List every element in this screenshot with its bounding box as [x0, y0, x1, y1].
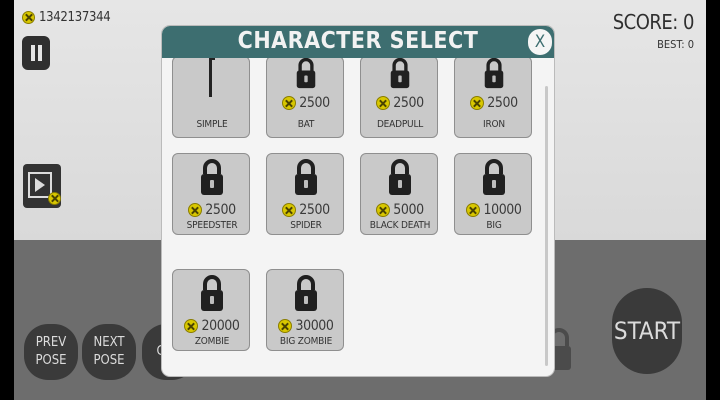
coin-icon: [22, 11, 35, 24]
character-price: 2500: [299, 95, 330, 111]
coin-icon: [278, 319, 293, 333]
character-name: BIG: [486, 220, 502, 231]
lock-icon: [295, 159, 317, 195]
next-pose-button[interactable]: NEXT POSE: [82, 324, 136, 380]
character-card[interactable]: 2500 DEADPULL: [360, 56, 438, 138]
scrollbar[interactable]: [545, 86, 548, 366]
character-card[interactable]: 2500 SPIDER: [266, 153, 344, 235]
character-card[interactable]: SIMPLE: [172, 56, 250, 138]
price-tag: 2500: [267, 95, 345, 111]
prev-pose-button[interactable]: PREV POSE: [24, 324, 78, 380]
character-select-dialog: SIMPLE 2500 BAT 2500 DEADPULL 2500 IRON 2500 SPE…: [162, 26, 554, 376]
price-tag: 2500: [455, 95, 533, 111]
close-button[interactable]: X: [528, 29, 552, 55]
price-tag: 20000: [173, 318, 251, 334]
price-tag: 2500: [173, 202, 251, 218]
coin-icon: [48, 192, 61, 205]
lock-icon: [389, 159, 411, 195]
character-name: DEADPULL: [376, 119, 424, 130]
character-grid: SIMPLE 2500 BAT 2500 DEADPULL 2500 IRON 2500 SPE…: [162, 26, 554, 376]
lock-icon: [484, 57, 504, 89]
character-card[interactable]: 30000 BIG ZOMBIE: [266, 269, 344, 351]
character-card[interactable]: 20000 ZOMBIE: [172, 269, 250, 351]
price-tag: 2500: [267, 202, 345, 218]
coin-icon: [466, 203, 481, 217]
letterbox-left: [0, 0, 14, 400]
coin-icon: [184, 319, 199, 333]
character-card[interactable]: 2500 IRON: [454, 56, 532, 138]
coin-counter: 1342137344: [22, 10, 111, 25]
character-price: 2500: [487, 95, 518, 111]
character-name: BLACK DEATH: [369, 220, 431, 231]
character-card[interactable]: 10000 BIG: [454, 153, 532, 235]
character-card[interactable]: 2500 SPEEDSTER: [172, 153, 250, 235]
coin-icon: [188, 203, 203, 217]
coin-icon: [470, 96, 485, 110]
character-name: SPEEDSTER: [186, 220, 238, 231]
stick-figure-icon: [209, 57, 215, 97]
character-name: SIMPLE: [196, 119, 228, 130]
coin-icon: [282, 203, 297, 217]
price-tag: 30000: [267, 318, 345, 334]
lock-icon: [296, 57, 316, 89]
watch-video-button[interactable]: [23, 164, 61, 208]
coin-icon: [376, 203, 391, 217]
character-card[interactable]: 5000 BLACK DEATH: [360, 153, 438, 235]
pause-button[interactable]: [22, 36, 50, 70]
character-name: SPIDER: [290, 220, 322, 231]
dialog-title: CHARACTER SELECT: [237, 28, 479, 54]
price-tag: 10000: [455, 202, 533, 218]
price-tag: 5000: [361, 202, 439, 218]
character-price: 2500: [299, 202, 330, 218]
character-price: 2500: [205, 202, 236, 218]
coin-count: 1342137344: [39, 10, 111, 25]
character-price: 5000: [393, 202, 424, 218]
character-card[interactable]: 2500 BAT: [266, 56, 344, 138]
lock-icon: [295, 275, 317, 311]
lock-icon: [201, 275, 223, 311]
character-name: IRON: [483, 119, 505, 130]
character-price: 30000: [295, 318, 334, 334]
character-price: 20000: [201, 318, 240, 334]
lock-icon: [390, 57, 410, 89]
start-button[interactable]: START: [612, 288, 682, 374]
game-screen: 1342137344 SCORE: 0 BEST: 0 PREV POSE NE…: [0, 0, 720, 400]
lock-icon: [483, 159, 505, 195]
coin-icon: [282, 96, 297, 110]
character-price: 2500: [393, 95, 424, 111]
letterbox-right: [706, 0, 720, 400]
character-price: 10000: [483, 202, 522, 218]
dialog-header: CHARACTER SELECT X: [162, 26, 554, 58]
character-name: ZOMBIE: [194, 336, 230, 347]
price-tag: 2500: [361, 95, 439, 111]
play-icon: [35, 178, 45, 192]
best-score-label: BEST: 0: [657, 38, 694, 51]
lock-icon: [201, 159, 223, 195]
character-name: BAT: [297, 119, 315, 130]
score-label: SCORE: 0: [612, 10, 695, 34]
character-name: BIG ZOMBIE: [279, 336, 333, 347]
coin-icon: [376, 96, 391, 110]
